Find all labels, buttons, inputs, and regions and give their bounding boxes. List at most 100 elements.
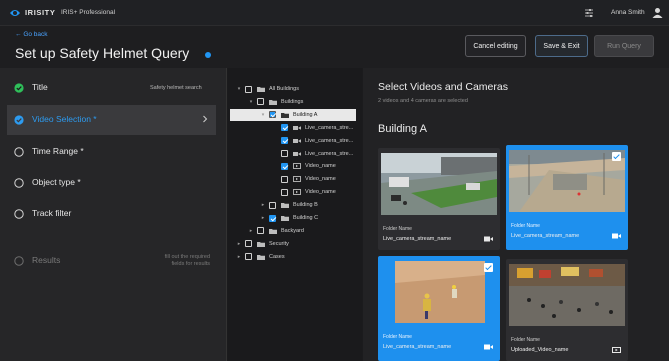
tree-checkbox[interactable] [281, 175, 288, 183]
source-tree: ▾ All Buildings ▾ Buildings ▾ Building A Live_… [228, 68, 362, 361]
camera-icon [484, 236, 493, 242]
step-label: Title [32, 82, 48, 92]
video-icon [293, 176, 301, 183]
expand-toggle-icon[interactable]: ▸ [260, 215, 266, 221]
card-folder: Folder Name [383, 226, 412, 232]
check-circle-icon [14, 115, 24, 125]
tree-checkbox[interactable] [281, 188, 288, 196]
expand-toggle-icon[interactable]: ▾ [236, 86, 242, 92]
step-note-line: fill out the required [164, 254, 210, 260]
video-icon [293, 189, 301, 196]
video-card[interactable]: Folder Name Live_camera_stream_name [378, 256, 500, 361]
tree-row-label: Security [269, 240, 289, 247]
save-exit-button[interactable]: Save & Exit [535, 35, 588, 57]
tree-checkbox[interactable] [281, 162, 288, 170]
card-checkbox[interactable] [484, 263, 493, 272]
empty-circle-icon [14, 147, 24, 157]
tree-row[interactable]: ▾ All Buildings [228, 83, 299, 95]
expand-toggle-icon[interactable]: ▸ [236, 254, 242, 260]
tree-row-label: Live_camera_stre... [305, 150, 354, 157]
selection-panel: Select Videos and Cameras 2 videos and 4… [363, 68, 669, 361]
user-name[interactable]: Anna Smith [611, 9, 645, 16]
tree-row[interactable]: Live_camera_stre... [228, 122, 353, 134]
video-card[interactable]: Folder Name Live_camera_stream_name [378, 148, 500, 250]
step-object-type[interactable]: Object type * [0, 168, 227, 198]
card-checkbox[interactable] [612, 152, 621, 161]
tree-row[interactable]: ▸ Security [228, 238, 289, 250]
folder-icon [281, 112, 289, 118]
tree-row[interactable]: ▸ Cases [228, 251, 285, 263]
expand-toggle-icon[interactable]: ▾ [248, 99, 254, 105]
tree-checkbox[interactable] [269, 111, 276, 119]
go-back-link[interactable]: ← Go back [15, 31, 48, 38]
camera-icon [293, 138, 301, 143]
tree-row-label: Live_camera_stre... [305, 124, 354, 131]
video-card[interactable]: Folder Name Uploaded_Video_name [506, 259, 628, 361]
step-video-selection[interactable]: Video Selection * [7, 105, 216, 135]
step-label: Results [32, 255, 61, 265]
step-label: Video Selection * [32, 114, 97, 124]
expand-toggle-icon[interactable]: ▾ [260, 112, 266, 118]
tree-checkbox[interactable] [245, 240, 252, 248]
tree-row[interactable]: ▸ Building B [228, 199, 318, 211]
card-folder: Folder Name [511, 337, 540, 343]
tree-row[interactable]: Video_name [228, 160, 336, 172]
tree-row[interactable]: Live_camera_stre... [228, 135, 353, 147]
camera-icon [293, 151, 301, 156]
video-card[interactable]: Folder Name Live_camera_stream_name [506, 145, 628, 250]
tree-checkbox[interactable] [281, 150, 288, 157]
card-name: Live_camera_stream_name [383, 236, 452, 242]
camera-thumbnail [509, 150, 625, 212]
step-track-filter[interactable]: Track filter [0, 199, 227, 229]
camera-thumbnail [395, 261, 485, 323]
tree-row[interactable]: Live_camera_stre... [228, 148, 353, 160]
folder-icon [281, 203, 289, 209]
tree-row-label: Video_name [305, 176, 336, 183]
tree-row[interactable]: Video_name [228, 186, 336, 198]
card-name: Uploaded_Video_name [511, 347, 569, 353]
check-circle-icon [14, 83, 24, 93]
folder-icon [257, 254, 265, 260]
expand-toggle-icon[interactable]: ▸ [260, 202, 266, 208]
tree-checkbox[interactable] [257, 227, 264, 235]
tree-row[interactable]: ▾ Building A [230, 108, 356, 121]
selection-summary: 2 videos and 4 cameras are selected [378, 98, 468, 104]
tree-checkbox[interactable] [257, 98, 264, 106]
tree-checkbox[interactable] [269, 214, 276, 222]
empty-circle-icon [14, 256, 24, 266]
unsaved-indicator-dot [205, 52, 211, 58]
tree-row[interactable]: ▾ Buildings [228, 96, 303, 108]
camera-icon [293, 125, 301, 130]
panel-title: Select Videos and Cameras [378, 81, 508, 93]
expand-toggle-icon[interactable]: ▸ [248, 228, 254, 234]
step-title[interactable]: Title Safety helmet search [0, 73, 227, 103]
tree-row-label: Buildings [281, 98, 304, 105]
tree-row[interactable]: Video_name [228, 173, 336, 185]
tree-row[interactable]: ▸ Backyard [228, 225, 304, 237]
empty-circle-icon [14, 178, 24, 188]
tree-checkbox[interactable] [245, 85, 252, 93]
go-back-label: Go back [23, 31, 48, 38]
cancel-editing-button[interactable]: Cancel editing [465, 35, 526, 57]
settings-sliders-icon[interactable] [584, 8, 594, 18]
tree-checkbox[interactable] [245, 253, 252, 261]
tree-checkbox[interactable] [269, 201, 276, 209]
tree-checkbox[interactable] [281, 137, 288, 145]
tree-checkbox[interactable] [281, 124, 288, 132]
tree-row[interactable]: ▸ Building C [228, 212, 318, 224]
video-icon [293, 163, 301, 170]
video-icon [612, 347, 621, 353]
expand-toggle-icon[interactable]: ▸ [236, 241, 242, 247]
step-value: Safety helmet search [150, 85, 202, 91]
step-time-range[interactable]: Time Range * [0, 137, 227, 167]
user-avatar-icon[interactable] [652, 7, 663, 18]
step-note: fill out the required fields for results [140, 254, 210, 268]
logo-icon [10, 10, 20, 16]
card-name: Live_camera_stream_name [511, 233, 580, 239]
run-query-button[interactable]: Run Query [594, 35, 654, 57]
